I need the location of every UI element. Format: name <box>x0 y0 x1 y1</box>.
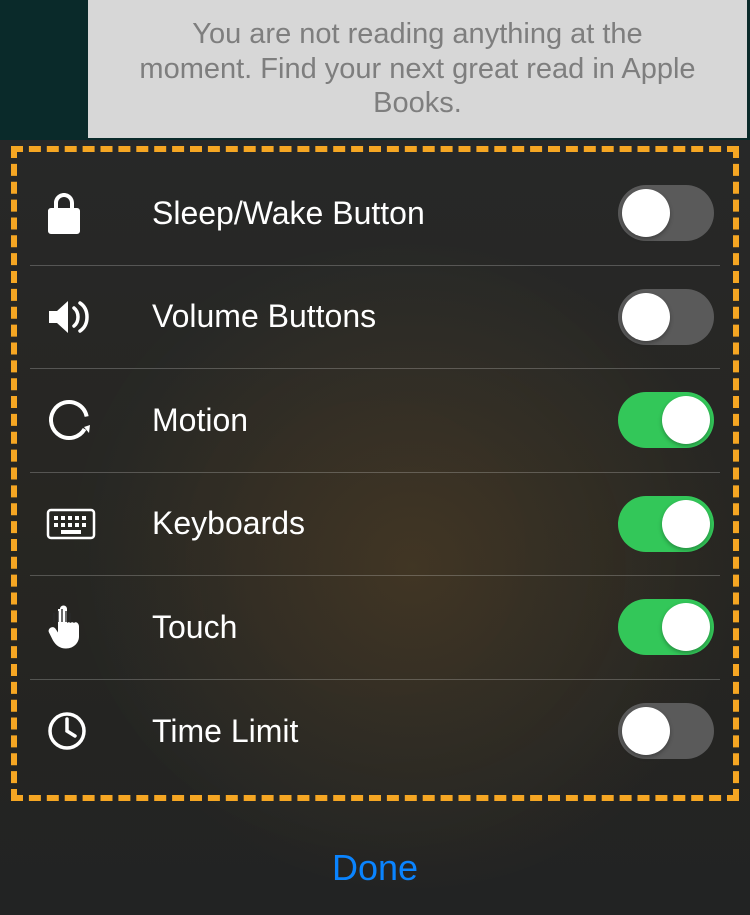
row-touch: Touch <box>30 576 720 680</box>
row-label: Keyboards <box>152 505 600 542</box>
keyboard-icon <box>30 508 152 540</box>
lock-icon <box>30 190 152 236</box>
toggle-volume[interactable] <box>618 289 714 345</box>
toggle-keyboards[interactable] <box>618 496 714 552</box>
row-label: Time Limit <box>152 713 600 750</box>
books-banner-text: You are not reading anything at the mome… <box>138 17 697 121</box>
options-list: Sleep/Wake Button Volume Buttons Motion <box>30 162 720 783</box>
toggle-motion[interactable] <box>618 392 714 448</box>
timer-icon <box>30 710 152 752</box>
guided-access-panel: Sleep/Wake Button Volume Buttons Motion <box>0 140 750 915</box>
row-label: Volume Buttons <box>152 298 600 335</box>
motion-icon <box>30 397 152 443</box>
toggle-touch[interactable] <box>618 599 714 655</box>
toggle-sleep-wake[interactable] <box>618 185 714 241</box>
done-bar: Done <box>0 820 750 915</box>
touch-icon <box>30 603 152 651</box>
row-volume: Volume Buttons <box>30 266 720 370</box>
row-time-limit: Time Limit <box>30 680 720 784</box>
row-label: Touch <box>152 609 600 646</box>
row-keyboards: Keyboards <box>30 473 720 577</box>
books-banner: You are not reading anything at the mome… <box>88 0 747 138</box>
row-motion: Motion <box>30 369 720 473</box>
toggle-time-limit[interactable] <box>618 703 714 759</box>
row-label: Sleep/Wake Button <box>152 195 600 232</box>
row-sleep-wake: Sleep/Wake Button <box>30 162 720 266</box>
volume-icon <box>30 297 152 337</box>
row-label: Motion <box>152 402 600 439</box>
done-button[interactable]: Done <box>332 847 418 889</box>
